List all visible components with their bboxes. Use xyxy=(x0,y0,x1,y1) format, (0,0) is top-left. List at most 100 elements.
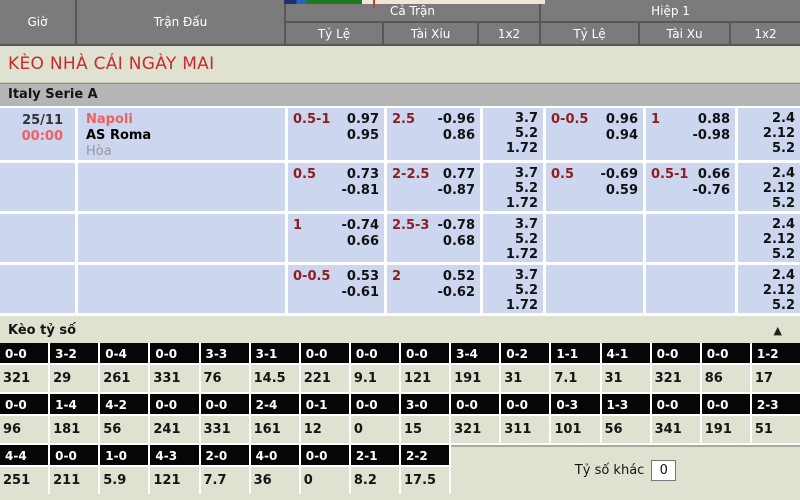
score-odds[interactable]: 331 xyxy=(150,365,198,392)
score-odds[interactable]: 221 xyxy=(301,365,349,392)
top-banner-sliver xyxy=(373,0,375,8)
ft-over-under-cell[interactable]: 2.5-0.960.86 xyxy=(387,108,480,160)
score-label: 2-1 xyxy=(351,445,399,465)
score-label: 0-0 xyxy=(301,445,349,465)
odds-value: -0.81 xyxy=(288,183,379,199)
score-odds[interactable]: 191 xyxy=(702,416,750,443)
score-odds[interactable]: 56 xyxy=(602,416,650,443)
handicap-value: 2.5 xyxy=(392,112,415,127)
score-odds[interactable]: 191 xyxy=(451,365,499,392)
top-banner-sliver xyxy=(362,0,545,4)
odds-value: 3.7 xyxy=(483,166,538,181)
match-teams-cell xyxy=(78,214,285,262)
score-odds[interactable]: 31 xyxy=(501,365,549,392)
top-banner-sliver xyxy=(284,0,362,4)
ft-handicap-cell[interactable]: 0.50.73-0.81 xyxy=(288,163,384,211)
odds-value: 1.72 xyxy=(483,196,538,211)
odds-value: -0.61 xyxy=(288,285,379,301)
score-odds[interactable]: 331 xyxy=(201,416,249,443)
score-odds[interactable]: 76 xyxy=(201,365,249,392)
score-label: 0-2 xyxy=(501,343,549,363)
ft-handicap-cell[interactable]: 1-0.740.66 xyxy=(288,214,384,262)
draw-label: Hòa xyxy=(86,144,285,160)
score-odds[interactable]: 5.9 xyxy=(100,467,148,494)
ft-handicap-cell[interactable]: 0-0.50.53-0.61 xyxy=(288,265,384,313)
1x2-cell[interactable]: 2.42.125.2 xyxy=(738,265,800,313)
odds-value: 5.2 xyxy=(738,141,795,156)
score-odds[interactable]: 17 xyxy=(752,365,800,392)
score-label: 1-4 xyxy=(50,394,98,414)
odds-value: 0.86 xyxy=(387,128,475,144)
ft-over-under-cell[interactable]: 2.5-3-0.780.68 xyxy=(387,214,480,262)
odds-table-header: Giờ Trận Đấu Cả Trận Hiệp 1 Tỷ Lệ Tài Xỉ… xyxy=(0,0,800,46)
score-odds[interactable]: 9.1 xyxy=(351,365,399,392)
score-odds[interactable]: 0 xyxy=(351,416,399,443)
match-kickoff-time: 00:00 xyxy=(0,129,63,145)
h1-over-under-cell[interactable]: 0.5-10.66-0.76 xyxy=(646,163,735,211)
odds-row: 0-0.50.53-0.6120.52-0.623.75.21.72 2.42.1… xyxy=(0,265,800,313)
collapse-icon[interactable]: ▲ xyxy=(774,326,782,336)
score-odds[interactable]: 96 xyxy=(0,416,48,443)
score-odds[interactable]: 29 xyxy=(50,365,98,392)
1x2-cell[interactable]: 3.75.21.72 xyxy=(483,108,543,160)
1x2-cell[interactable]: 3.75.21.72 xyxy=(483,265,543,313)
score-odds[interactable]: 121 xyxy=(150,467,198,494)
score-odds[interactable]: 321 xyxy=(652,365,700,392)
odds-value: 0.95 xyxy=(288,128,379,144)
match-teams-cell[interactable]: NapoliAS RomaHòa xyxy=(78,108,285,160)
score-odds[interactable]: 8.2 xyxy=(351,467,399,494)
score-label: 1-2 xyxy=(752,343,800,363)
score-odds[interactable]: 7.1 xyxy=(551,365,599,392)
score-odds[interactable]: 7.7 xyxy=(201,467,249,494)
score-odds[interactable]: 86 xyxy=(702,365,750,392)
score-odds[interactable]: 121 xyxy=(401,365,449,392)
h1-handicap-cell[interactable]: 0-0.50.960.94 xyxy=(546,108,643,160)
ft-1x2-header: 1x2 xyxy=(479,23,539,44)
1x2-cell[interactable]: 3.75.21.72 xyxy=(483,214,543,262)
score-label: 0-0 xyxy=(0,343,48,363)
score-odds[interactable]: 15 xyxy=(401,416,449,443)
score-odds[interactable]: 321 xyxy=(451,416,499,443)
score-odds[interactable]: 341 xyxy=(652,416,700,443)
score-odds[interactable]: 311 xyxy=(501,416,549,443)
1x2-cell[interactable]: 2.42.125.2 xyxy=(738,163,800,211)
odds-value: 3.7 xyxy=(483,111,538,126)
home-team: Napoli xyxy=(86,112,285,128)
score-label: 0-0 xyxy=(702,343,750,363)
score-label: 0-1 xyxy=(301,394,349,414)
other-score-box[interactable]: 0 xyxy=(651,460,676,481)
score-grid-row: 0-03213-2290-42610-03313-3763-114.50-022… xyxy=(0,343,800,392)
score-odds[interactable]: 14.5 xyxy=(251,365,299,392)
score-odds[interactable]: 321 xyxy=(0,365,48,392)
match-teams-cell xyxy=(78,163,285,211)
score-odds[interactable]: 241 xyxy=(150,416,198,443)
score-odds[interactable]: 31 xyxy=(602,365,650,392)
score-odds[interactable]: 211 xyxy=(50,467,98,494)
h1-over-under-cell[interactable]: 10.88-0.98 xyxy=(646,108,735,160)
score-label: 0-0 xyxy=(702,394,750,414)
odds-value: 3.7 xyxy=(483,217,538,232)
score-label: 0-0 xyxy=(0,394,48,414)
score-label: 0-0 xyxy=(150,343,198,363)
1x2-cell[interactable]: 3.75.21.72 xyxy=(483,163,543,211)
score-odds[interactable]: 17.5 xyxy=(401,467,449,494)
1x2-cell[interactable]: 2.42.125.2 xyxy=(738,214,800,262)
1x2-cell[interactable]: 2.42.125.2 xyxy=(738,108,800,160)
score-odds[interactable]: 51 xyxy=(752,416,800,443)
score-odds[interactable]: 261 xyxy=(100,365,148,392)
h1-over-under-cell xyxy=(646,214,735,262)
ft-over-under-cell[interactable]: 20.52-0.62 xyxy=(387,265,480,313)
ft-over-under-cell[interactable]: 2-2.50.77-0.87 xyxy=(387,163,480,211)
score-odds[interactable]: 161 xyxy=(251,416,299,443)
score-odds[interactable]: 251 xyxy=(0,467,48,494)
ft-handicap-cell[interactable]: 0.5-10.970.95 xyxy=(288,108,384,160)
score-odds[interactable]: 36 xyxy=(251,467,299,494)
score-odds[interactable]: 181 xyxy=(50,416,98,443)
score-label: 0-3 xyxy=(551,394,599,414)
score-section-title: Kèo tỷ số xyxy=(8,323,76,338)
h1-handicap-cell[interactable]: 0.5-0.690.59 xyxy=(546,163,643,211)
score-odds[interactable]: 0 xyxy=(301,467,349,494)
score-odds[interactable]: 101 xyxy=(551,416,599,443)
score-odds[interactable]: 56 xyxy=(100,416,148,443)
score-odds[interactable]: 12 xyxy=(301,416,349,443)
